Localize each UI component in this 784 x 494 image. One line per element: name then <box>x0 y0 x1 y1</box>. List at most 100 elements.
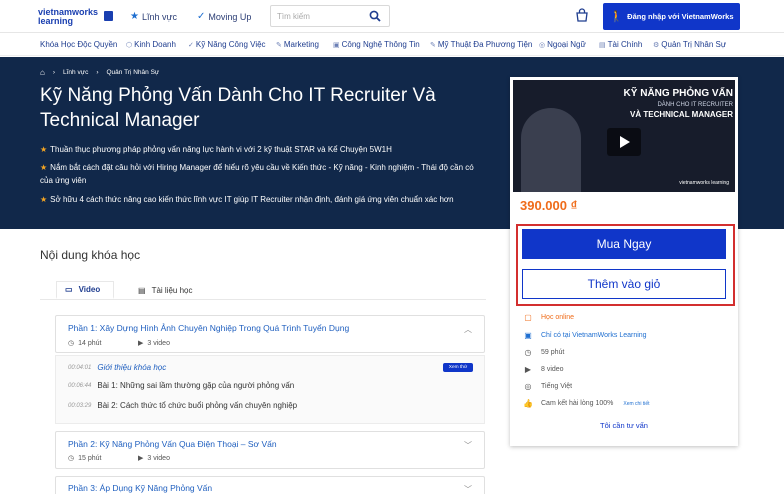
course-video-thumbnail[interactable]: KỸ NĂNG PHỎNG VẤN DÀNH CHO IT RECRUITER … <box>513 80 735 192</box>
category-label: Kinh Doanh <box>134 40 176 49</box>
breadcrumb-separator: › <box>52 69 56 76</box>
category-label: Mỹ Thuật Đa Phương Tiện <box>437 40 533 49</box>
lesson-time: 00:03:29 <box>68 402 92 409</box>
benefit-text: Sở hữu 4 cách thức nâng cao kiến thức lĩ… <box>50 195 454 204</box>
section-duration: ◷ 15 phút <box>68 454 102 463</box>
feature-text: 59 phút <box>541 349 565 356</box>
search-placeholder: Tìm kiếm <box>277 12 310 21</box>
category-label: Marketing <box>283 40 319 49</box>
home-icon[interactable]: ⌂ <box>40 68 45 77</box>
logo-line2: learning <box>38 16 74 26</box>
category-item[interactable]: ◎ Ngoại Ngữ <box>539 40 586 49</box>
video-icon: ▶ <box>138 455 144 462</box>
nav-linh-vuc[interactable]: ★ Lĩnh vực <box>130 11 177 22</box>
category-item[interactable]: ⚙ Quản Trị Nhân Sự <box>653 40 726 49</box>
breadcrumb: ⌂ › Lĩnh vực › Quản Trị Nhân Sự <box>40 68 159 77</box>
feature-exclusive: ▣ Chỉ có tại VietnamWorks Learning <box>523 331 646 340</box>
course-section[interactable]: Phần 3: Áp Dụng Kỹ Năng Phỏng Vấn ﹀ <box>55 476 485 494</box>
thumb-title: KỸ NĂNG PHỎNG VẤN <box>623 88 733 99</box>
globe-icon: ◎ <box>524 382 532 391</box>
section-heading: Nội dung khóa học <box>40 248 141 262</box>
nav-linh-vuc-label: Lĩnh vực <box>141 11 178 22</box>
guarantee-detail-link[interactable]: Xem chi tiết <box>623 401 649 407</box>
benefit-item: ★ Thuần thục phương pháp phỏng vấn năng l… <box>40 143 480 156</box>
star-icon: ★ <box>40 163 48 172</box>
briefcase-icon: ⬡ <box>126 41 133 49</box>
finance-icon: ▤ <box>599 41 606 49</box>
section-title: Phần 3: Áp Dụng Kỹ Năng Phỏng Vấn <box>68 483 213 493</box>
online-icon: ▢ <box>524 313 532 322</box>
category-item[interactable]: ✎ Mỹ Thuật Đa Phương Tiện <box>430 40 532 49</box>
star-icon: ★ <box>130 11 139 22</box>
category-label: Khóa Học Độc Quyền <box>40 40 118 49</box>
feature-guarantee: 👍 Cam kết hài lòng 100% Xem chi tiết <box>523 399 650 408</box>
lesson-time: 00:04:01 <box>68 364 92 371</box>
thumb-subtitle2: VÀ TECHNICAL MANAGER <box>630 110 733 119</box>
search-input[interactable]: Tìm kiếm <box>270 5 390 27</box>
tab-label: Tài liệu học <box>151 285 193 295</box>
contact-link[interactable]: Tôi cần tư vấn <box>510 421 738 430</box>
chevron-down-icon[interactable]: ﹀ <box>464 440 472 451</box>
nav-moving-up[interactable]: ✓ Moving Up <box>197 11 251 22</box>
video-icon: ▭ <box>65 285 73 294</box>
tab-video[interactable]: ▭ Video <box>56 281 114 299</box>
check-icon: ✓ <box>188 41 194 49</box>
page-title: Kỹ Năng Phỏng Vấn Dành Cho IT Recruiter … <box>40 85 436 131</box>
category-item[interactable]: ▣ Công Nghệ Thông Tin <box>333 40 420 49</box>
category-item[interactable]: ▤ Tài Chính <box>599 40 642 49</box>
benefit-item: ★ Sở hữu 4 cách thức nâng cao kiến thức l… <box>40 193 480 206</box>
lesson-title: Bài 2: Cách thức tổ chức buổi phỏng vấn … <box>97 401 298 410</box>
course-section[interactable]: Phần 1: Xây Dựng Hình Ảnh Chuyên Nghiệp … <box>55 315 485 353</box>
section-duration-text: 15 phút <box>78 454 102 462</box>
add-to-cart-button[interactable]: Thêm vào giỏ <box>522 269 726 299</box>
thumb-brand: vietnamworks learning <box>679 180 729 186</box>
breadcrumb-linh-vuc[interactable]: Lĩnh vực <box>63 69 88 76</box>
feature-text: Tiếng Việt <box>541 383 573 390</box>
search-icon[interactable] <box>369 10 381 22</box>
category-label: Tài Chính <box>607 40 643 49</box>
buy-now-button[interactable]: Mua Ngay <box>522 229 726 259</box>
clock-icon: ◷ <box>524 348 532 357</box>
lesson-title: Giới thiệu khóa học <box>97 363 167 372</box>
login-button[interactable]: 🚶 Đăng nhập với VietnamWorks <box>603 3 740 30</box>
star-icon: ★ <box>40 145 48 154</box>
section-videos: ▶ 3 video <box>138 339 170 348</box>
category-label: Ngoại Ngữ <box>547 40 586 49</box>
lesson-item[interactable]: 00:03:29 Bài 2: Cách thức tổ chức buổi ph… <box>68 401 297 410</box>
preview-badge[interactable]: Xem thử <box>443 363 473 372</box>
logo[interactable]: vietnamworks learning <box>38 8 113 26</box>
star-icon: ★ <box>40 195 48 204</box>
clock-icon: ◷ <box>68 455 75 462</box>
person-icon: 🚶 <box>609 11 624 23</box>
globe-icon: ◎ <box>539 41 546 49</box>
section-duration: ◷ 14 phút <box>68 339 102 348</box>
feature-language: ◎ Tiếng Việt <box>523 382 573 391</box>
lesson-item[interactable]: 00:06:44 Bài 1: Những sai lầm thường gặp … <box>68 381 294 390</box>
book-icon <box>104 11 113 21</box>
check-icon: ✓ <box>197 11 206 22</box>
lesson-list: 00:04:01 Giới thiệu khóa học 00:06:44 Bài … <box>55 355 485 424</box>
thumbs-up-icon: 👍 <box>523 399 533 408</box>
category-item[interactable]: Khóa Học Độc Quyền <box>40 40 117 49</box>
cart-icon[interactable] <box>575 8 589 22</box>
course-section[interactable]: Phần 2: Kỹ Năng Phỏng Vấn Qua Điện Thoại… <box>55 431 485 469</box>
lesson-item[interactable]: 00:04:01 Giới thiệu khóa học <box>68 363 166 372</box>
category-item[interactable]: ✎ Marketing <box>276 40 319 49</box>
chevron-down-icon[interactable]: ﹀ <box>464 484 472 494</box>
chevron-up-icon[interactable]: ︿ <box>464 324 472 335</box>
nav-moving-up-label: Moving Up <box>208 11 252 22</box>
section-videos: ▶ 3 video <box>138 454 170 463</box>
feature-online: ▢ Học online <box>523 313 574 322</box>
feature-text: Cam kết hài lòng 100% <box>541 400 614 407</box>
login-label: Đăng nhập với VietnamWorks <box>627 12 734 21</box>
exclusive-icon: ▣ <box>524 331 532 340</box>
brush-icon: ✎ <box>430 41 436 49</box>
section-duration-text: 14 phút <box>78 339 102 347</box>
play-icon[interactable] <box>607 128 641 156</box>
breadcrumb-current[interactable]: Quản Trị Nhân Sự <box>107 69 160 76</box>
category-item[interactable]: ✓ Kỹ Năng Công Việc <box>188 40 266 49</box>
tab-docs[interactable]: ▤ Tài liệu học <box>138 281 192 299</box>
category-item[interactable]: ⬡ Kinh Doanh <box>126 40 176 49</box>
category-label: Quản Trị Nhân Sự <box>661 40 727 49</box>
video-icon: ▶ <box>524 365 532 374</box>
